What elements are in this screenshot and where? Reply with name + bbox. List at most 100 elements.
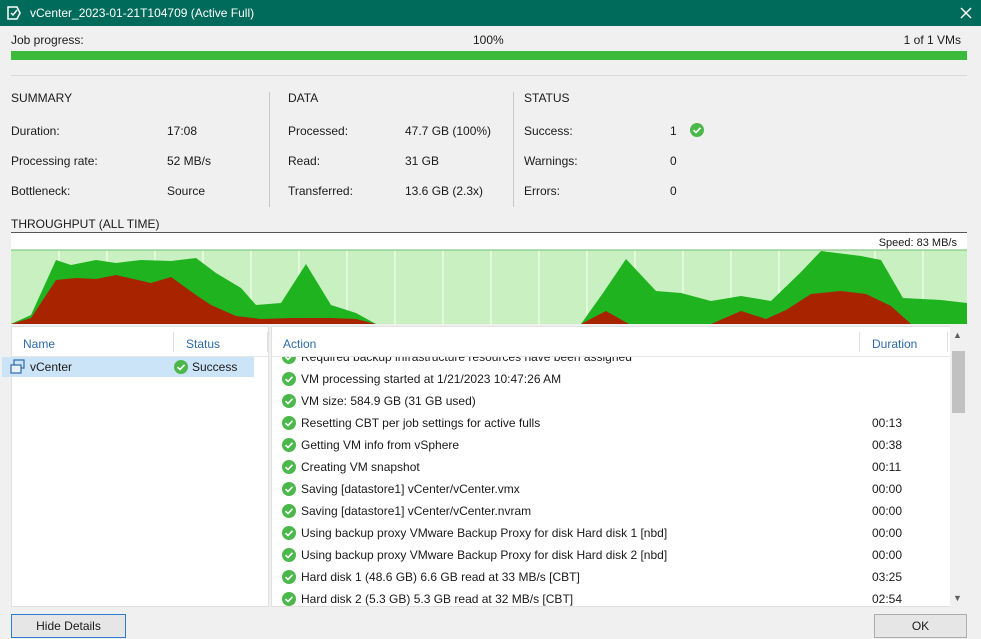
log-scrollbar[interactable]: ▲ ▼ — [950, 326, 967, 607]
check-circle-icon — [282, 438, 296, 452]
status-errors-value: 0 — [670, 184, 677, 198]
column-header-duration[interactable]: Duration — [872, 337, 917, 351]
vm-list-header: Name Status — [12, 327, 268, 357]
vm-name: vCenter — [30, 360, 73, 374]
log-row[interactable]: Getting VM info from vSphere 00:38 — [272, 434, 950, 456]
log-row[interactable]: Hard disk 1 (48.6 GB) 6.6 GB read at 33 … — [272, 566, 950, 588]
log-row[interactable]: Using backup proxy VMware Backup Proxy f… — [272, 522, 950, 544]
log-duration: 02:54 — [872, 592, 903, 606]
column-separator[interactable] — [859, 332, 860, 352]
status-errors-label: Errors: — [524, 184, 560, 198]
check-circle-icon — [282, 482, 296, 496]
check-circle-icon — [690, 123, 704, 137]
column-header-name[interactable]: Name — [23, 337, 55, 351]
data-transferred-label: Transferred: — [288, 184, 353, 198]
log-row[interactable]: Saving [datastore1] vCenter/vCenter.vmx 0… — [272, 478, 950, 500]
log-duration: 00:00 — [872, 504, 903, 518]
data-read-value: 31 GB — [405, 154, 440, 168]
check-circle-icon — [282, 394, 296, 408]
check-circle-icon — [282, 548, 296, 562]
window-titlebar: vCenter_2023-01-21T104709 (Active Full) — [0, 0, 981, 26]
status-success-label: Success: — [524, 124, 573, 138]
check-circle-icon — [282, 526, 296, 540]
summary-duration-label: Duration: — [11, 124, 60, 138]
job-progress-bar — [11, 51, 967, 60]
log-action-text: Using backup proxy VMware Backup Proxy f… — [301, 548, 668, 562]
data-read-label: Read: — [288, 154, 321, 168]
data-processed-value: 47.7 GB (100%) — [405, 124, 492, 138]
data-processed-label: Processed: — [288, 124, 349, 138]
log-row[interactable]: Using backup proxy VMware Backup Proxy f… — [272, 544, 950, 566]
log-duration: 03:25 — [872, 570, 903, 584]
log-action-text: VM processing started at 1/21/2023 10:47… — [301, 372, 562, 386]
throughput-chart: Speed: 83 MB/s — [11, 232, 967, 324]
hide-details-button[interactable]: Hide Details — [11, 614, 126, 638]
column-header-action[interactable]: Action — [283, 337, 316, 351]
job-progress-row: Job progress: 100% 1 of 1 VMs — [11, 33, 967, 47]
ok-button[interactable]: OK — [874, 614, 967, 638]
throughput-speed: Speed: 83 MB/s — [878, 237, 957, 249]
log-duration: 00:00 — [872, 482, 903, 496]
log-duration: 00:00 — [872, 548, 903, 562]
log-row[interactable]: Resetting CBT per job settings for activ… — [272, 412, 950, 434]
log-row[interactable]: Hard disk 2 (5.3 GB) 5.3 GB read at 32 M… — [272, 588, 950, 606]
column-separator[interactable] — [267, 332, 268, 352]
data-heading: DATA — [288, 91, 319, 105]
job-progress-percent: 100% — [473, 33, 504, 47]
log-row[interactable]: Saving [datastore1] vCenter/vCenter.nvra… — [272, 500, 950, 522]
vm-icon — [10, 359, 25, 374]
job-progress-label: Job progress: — [11, 33, 84, 47]
check-circle-icon — [282, 372, 296, 386]
summary-heading: SUMMARY — [11, 91, 73, 105]
log-row[interactable]: VM size: 584.9 GB (31 GB used) — [272, 390, 950, 412]
check-circle-icon — [282, 570, 296, 584]
status-warnings-label: Warnings: — [524, 154, 578, 168]
summary-bottleneck-value: Source — [167, 184, 206, 198]
log-duration: 00:13 — [872, 416, 903, 430]
log-action-text: VM size: 584.9 GB (31 GB used) — [301, 394, 476, 408]
log-action-text: Creating VM snapshot — [301, 460, 420, 474]
vm-status: Success — [192, 360, 238, 374]
scroll-up-arrow-icon[interactable]: ▲ — [953, 330, 962, 340]
column-separator[interactable] — [173, 332, 174, 352]
summary-bottleneck-label: Bottleneck: — [11, 184, 71, 198]
vm-row-vcenter[interactable]: vCenter Success — [2, 357, 254, 377]
close-button[interactable] — [951, 0, 981, 26]
job-progress-fill — [11, 51, 967, 60]
log-action-text: Using backup proxy VMware Backup Proxy f… — [301, 526, 668, 540]
section-divider — [513, 92, 514, 207]
status-success-value: 1 — [670, 124, 677, 138]
log-action-text: Hard disk 1 (48.6 GB) 6.6 GB read at 33 … — [301, 570, 580, 584]
column-separator[interactable] — [947, 332, 948, 352]
status-heading: STATUS — [524, 91, 570, 105]
log-duration: 00:38 — [872, 438, 903, 452]
job-progress-vms: 1 of 1 VMs — [903, 33, 961, 47]
data-transferred-value: 13.6 GB (2.3x) — [405, 184, 484, 198]
divider — [11, 75, 967, 76]
veeam-job-icon — [7, 6, 21, 20]
scrollbar-thumb[interactable] — [952, 351, 965, 413]
log-row[interactable]: VM processing started at 1/21/2023 10:47… — [272, 368, 950, 390]
throughput-chart-svg — [11, 233, 967, 324]
summary-rate-value: 52 MB/s — [167, 154, 212, 168]
column-header-status[interactable]: Status — [186, 337, 220, 351]
check-circle-icon — [282, 592, 296, 606]
log-duration: 00:00 — [872, 526, 903, 540]
log-action-text: Resetting CBT per job settings for activ… — [301, 416, 541, 430]
throughput-heading: THROUGHPUT (ALL TIME) — [11, 217, 160, 231]
log-action-text: Saving [datastore1] vCenter/vCenter.vmx — [301, 482, 520, 496]
action-log-pane: Action Duration Required backup infrastr… — [271, 326, 967, 607]
check-circle-icon — [282, 416, 296, 430]
check-circle-icon — [282, 504, 296, 518]
log-action-text: Getting VM info from vSphere — [301, 438, 460, 452]
log-row[interactable]: Creating VM snapshot 00:11 — [272, 456, 950, 478]
log-duration: 00:11 — [872, 460, 902, 474]
scroll-down-arrow-icon[interactable]: ▼ — [953, 593, 962, 603]
summary-rate-label: Processing rate: — [11, 154, 98, 168]
window-title: vCenter_2023-01-21T104709 (Active Full) — [30, 6, 255, 20]
summary-duration-value: 17:08 — [167, 124, 198, 138]
check-circle-icon — [174, 360, 188, 374]
close-icon — [960, 7, 972, 19]
check-circle-icon — [282, 460, 296, 474]
action-log-header: Action Duration — [272, 327, 950, 357]
